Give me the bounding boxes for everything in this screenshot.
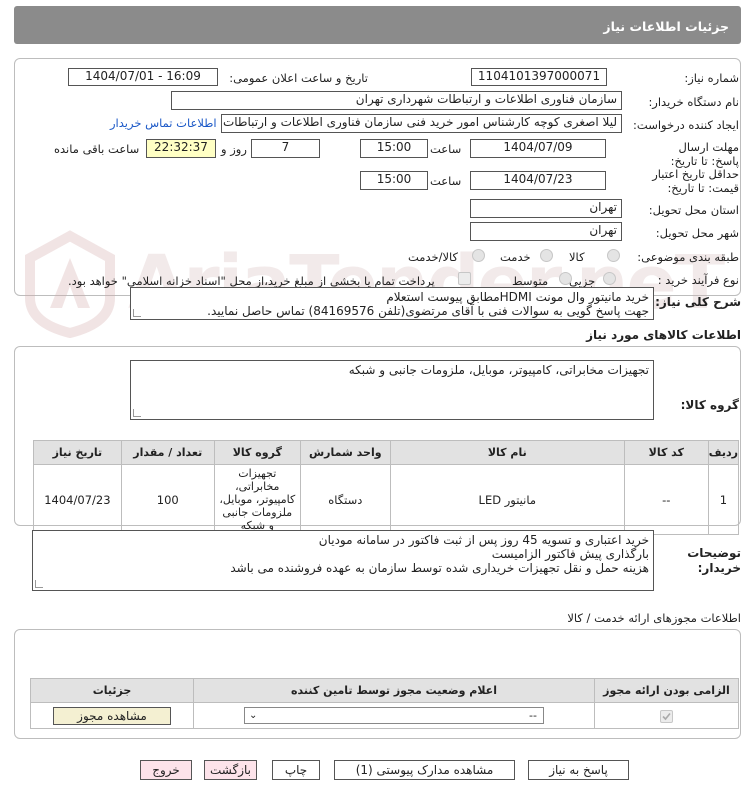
- city-field: تهران: [470, 222, 622, 241]
- goods-table-header: ردیف کد کالا نام کالا واحد شمارش گروه کا…: [33, 440, 740, 465]
- category-both-label: کالا/خدمت: [408, 250, 459, 264]
- col-permit-required: الزامی بودن ارائه مجوز: [594, 678, 739, 703]
- col-date: تاریخ نیاز: [33, 440, 122, 465]
- col-group: گروه کالا: [213, 440, 301, 465]
- page-title-bar: جزئیات اطلاعات نیاز: [14, 6, 741, 44]
- exit-button[interactable]: خروج: [140, 760, 192, 780]
- category-label: طبقه بندی موضوعی:: [637, 250, 739, 264]
- goods-group-value: تجهیزات مخابراتی، کامپیوتر، موبایل، ملزو…: [348, 363, 649, 377]
- creator-label: ایجاد کننده درخواست:: [633, 118, 739, 132]
- col-name: نام کالا: [389, 440, 625, 465]
- announce-field: 1404/07/01 - 16:09: [68, 68, 218, 86]
- goods-group-label: گروه کالا:: [680, 398, 739, 412]
- validity-time-label: ساعت: [430, 174, 462, 188]
- category-service-radio[interactable]: [540, 249, 553, 262]
- buyer-notes-line-1: خرید اعتباری و تسویه 45 روز پس از ثبت فا…: [318, 533, 649, 547]
- description-line-2: جهت پاسخ گویی به سوالات فنی با آقای مرتض…: [207, 304, 649, 318]
- row-qty: 100: [120, 464, 215, 535]
- permit-details-cell: مشاهده مجوز: [30, 702, 194, 729]
- buyer-notes-line-2: بارگذاری پیش فاکتور الزامیست: [491, 547, 649, 561]
- category-both-radio[interactable]: [472, 249, 485, 262]
- permits-section-title: اطلاعات مجوزهای ارائه خدمت / کالا: [567, 611, 741, 625]
- row-date: 1404/07/23: [33, 464, 122, 535]
- col-unit: واحد شمارش: [299, 440, 391, 465]
- process-medium-label: متوسط: [512, 274, 549, 288]
- need-number-field: 1104101397000071: [471, 68, 607, 86]
- row-code: --: [623, 464, 709, 535]
- col-index: ردیف: [707, 440, 740, 465]
- resize-grip-icon[interactable]: [133, 309, 141, 317]
- back-button[interactable]: بازگشت: [204, 760, 257, 780]
- validity-label: حداقل تاریخ اعتبار قیمت: تا تاریخ:: [652, 167, 739, 195]
- view-permit-button[interactable]: مشاهده مجوز: [53, 706, 171, 725]
- buyer-org-label: نام دستگاه خریدار:: [648, 95, 739, 109]
- resize-grip-icon[interactable]: [133, 409, 141, 417]
- days-label: روز و: [221, 142, 247, 156]
- page-title: جزئیات اطلاعات نیاز: [603, 19, 729, 34]
- permit-required-cell: [594, 702, 739, 729]
- buyer-notes-label: توضیحات خریدار:: [687, 546, 741, 575]
- permit-status-select[interactable]: ⌄ --: [244, 707, 544, 724]
- buyer-contact-link[interactable]: اطلاعات تماس خریدار: [110, 116, 217, 130]
- process-partial-label: جزیی: [569, 274, 596, 288]
- validity-time-field: 15:00: [360, 171, 428, 190]
- announce-label: تاریخ و ساعت اعلان عمومی:: [229, 71, 368, 85]
- description-line-1: خرید مانیتور وال مونت HDMIمطابق پیوست اس…: [386, 290, 649, 304]
- permit-status-cell: ⌄ --: [193, 702, 595, 729]
- row-index: 1: [707, 464, 740, 535]
- table-row: 1 -- مانیتور LED دستگاه تجهیزات مخابراتی…: [33, 464, 740, 535]
- col-permit-details: جزئیات: [30, 678, 194, 703]
- process-type-label: نوع فرآیند خرید :: [657, 273, 739, 287]
- province-field: تهران: [470, 199, 622, 218]
- description-label: شرح کلی نیاز:: [655, 295, 741, 309]
- row-unit: دستگاه: [299, 464, 391, 535]
- validity-date-field: 1404/07/23: [470, 171, 606, 190]
- remaining-time-field: 22:32:37: [146, 139, 216, 158]
- category-service-label: خدمت: [500, 250, 531, 264]
- goods-group-textarea[interactable]: تجهیزات مخابراتی، کامپیوتر، موبایل، ملزو…: [130, 360, 654, 420]
- col-permit-status: اعلام وضعیت مجوز توسط تامین کننده: [193, 678, 595, 703]
- description-textarea[interactable]: خرید مانیتور وال مونت HDMIمطابق پیوست اس…: [130, 287, 654, 320]
- process-partial-radio[interactable]: [603, 272, 616, 285]
- row-group: تجهیزات مخابراتی، کامپیوتر، موبایل، ملزو…: [213, 464, 301, 535]
- reply-button[interactable]: پاسخ به نیاز: [528, 760, 629, 780]
- deadline-date-field: 1404/07/09: [470, 139, 606, 158]
- treasury-payment-note: پرداخت تمام یا بخشی از مبلغ خرید،از محل …: [68, 274, 435, 288]
- category-goods-radio[interactable]: [607, 249, 620, 262]
- permits-table-header: الزامی بودن ارائه مجوز اعلام وضعیت مجوز …: [30, 678, 739, 703]
- col-code: کد کالا: [623, 440, 709, 465]
- city-label: شهر محل تحویل:: [655, 226, 739, 240]
- permit-required-checkbox[interactable]: [660, 709, 673, 723]
- deadline-time-label: ساعت: [430, 142, 462, 156]
- permit-status-value: --: [529, 709, 537, 722]
- goods-section-title: اطلاعات کالاهای مورد نیاز: [586, 328, 741, 342]
- buyer-notes-textarea[interactable]: خرید اعتباری و تسویه 45 روز پس از ثبت فا…: [32, 530, 654, 591]
- creator-field: لیلا اصغری کوچه کارشناس امور خرید فنی سا…: [221, 114, 622, 133]
- treasury-payment-checkbox[interactable]: [458, 272, 471, 285]
- buyer-notes-line-3: هزینه حمل و نقل تجهیزات خریداری شده توسط…: [230, 561, 649, 575]
- row-name: مانیتور LED: [389, 464, 625, 535]
- buyer-org-field: سازمان فناوری اطلاعات و ارتباطات شهرداری…: [171, 91, 622, 110]
- permits-table: الزامی بودن ارائه مجوز اعلام وضعیت مجوز …: [30, 678, 739, 729]
- deadline-time-field: 15:00: [360, 139, 428, 158]
- remaining-label: ساعت باقی مانده: [54, 142, 140, 156]
- check-icon: [662, 712, 671, 720]
- province-label: استان محل تحویل:: [648, 203, 739, 217]
- resize-grip-icon[interactable]: [35, 580, 43, 588]
- col-qty: تعداد / مقدار: [120, 440, 215, 465]
- table-row: ⌄ -- مشاهده مجوز: [30, 702, 739, 729]
- need-number-label: شماره نیاز:: [684, 71, 739, 85]
- goods-table: ردیف کد کالا نام کالا واحد شمارش گروه کا…: [33, 440, 740, 535]
- days-field: 7: [251, 139, 320, 158]
- chevron-down-icon: ⌄: [249, 710, 258, 721]
- process-medium-radio[interactable]: [559, 272, 572, 285]
- deadline-label: مهلت ارسال پاسخ: تا تاریخ:: [670, 140, 739, 168]
- category-goods-label: کالا: [569, 250, 585, 264]
- print-button[interactable]: چاپ: [272, 760, 320, 780]
- attachments-button[interactable]: مشاهده مدارک پیوستی (1): [334, 760, 515, 780]
